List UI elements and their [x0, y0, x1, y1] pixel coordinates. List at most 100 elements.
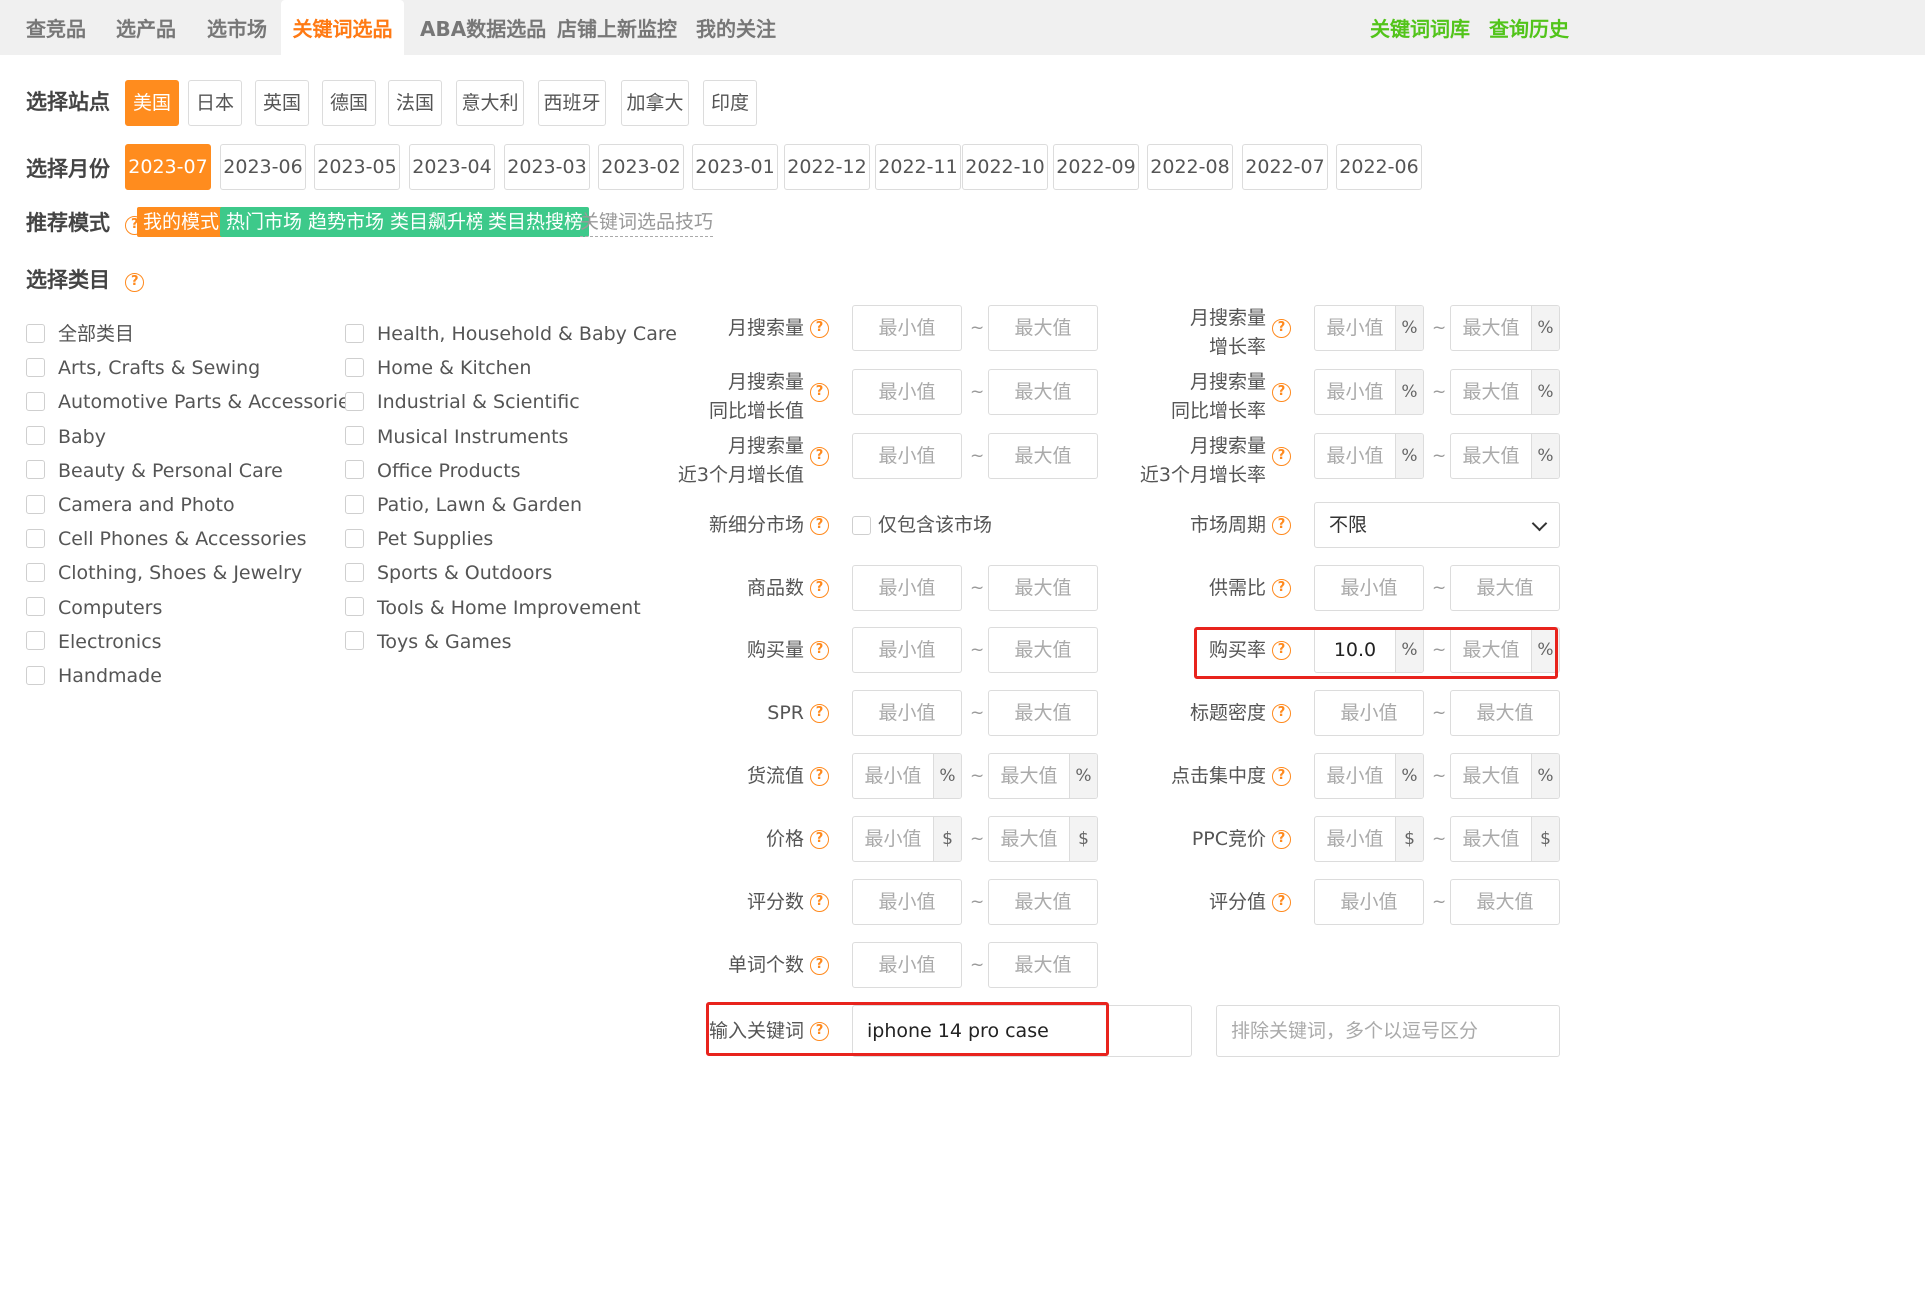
monthly-search-3m-value-min-input[interactable]: 最小值 [852, 433, 962, 479]
category-checkbox[interactable] [26, 357, 45, 377]
help-icon[interactable]: ? [810, 447, 829, 466]
supply-demand-min-input[interactable]: 最小值 [1314, 565, 1424, 611]
help-icon[interactable]: ? [1272, 579, 1291, 598]
category-checkbox[interactable] [26, 323, 45, 343]
help-icon[interactable]: ? [810, 893, 829, 912]
help-icon[interactable]: ? [810, 830, 829, 849]
price-min-input[interactable]: 最小值 $ [852, 816, 962, 862]
help-icon[interactable]: ? [810, 579, 829, 598]
keyword-library-link[interactable]: 关键词词库 [1370, 0, 1470, 55]
monthly-search-growth-rate-min-input[interactable]: 最小值% [1314, 305, 1424, 351]
monthly-search-yoy-value-min-input[interactable]: 最小值 [852, 369, 962, 415]
site-option[interactable]: 意大利 [456, 80, 524, 126]
category-item[interactable]: Pet Supplies [345, 525, 493, 553]
help-icon[interactable]: ? [1272, 704, 1291, 723]
category-item[interactable]: Automotive Parts & Accessories [26, 388, 360, 416]
help-icon[interactable]: ? [1272, 830, 1291, 849]
site-option[interactable]: 日本 [188, 80, 242, 126]
site-option[interactable]: 美国 [125, 80, 179, 126]
category-checkbox[interactable] [26, 528, 45, 548]
help-icon[interactable]: ? [810, 383, 829, 402]
month-option[interactable]: 2022-07 [1242, 144, 1328, 190]
monthly-search-min-input[interactable]: 最小值 [852, 305, 962, 351]
month-option[interactable]: 2023-04 [409, 144, 495, 190]
help-icon[interactable]: ? [810, 319, 829, 338]
title-density-max-input[interactable]: 最大值 [1450, 690, 1560, 736]
site-option[interactable]: 印度 [703, 80, 757, 126]
help-icon[interactable]: ? [810, 641, 829, 660]
goods-flow-min-input[interactable]: 最小值% [852, 753, 962, 799]
category-item[interactable]: Sports & Outdoors [345, 559, 552, 587]
category-item[interactable]: Baby [26, 423, 106, 451]
category-item[interactable]: Home & Kitchen [345, 354, 531, 382]
month-option[interactable]: 2022-09 [1053, 144, 1139, 190]
keyword-tips-link[interactable]: 关键词选品技巧 [580, 207, 714, 237]
help-icon[interactable]: ? [1272, 319, 1291, 338]
category-checkbox[interactable] [345, 562, 364, 582]
month-option[interactable]: 2022-06 [1336, 144, 1422, 190]
category-checkbox[interactable] [26, 631, 45, 651]
site-option[interactable]: 德国 [322, 80, 376, 126]
mode-category-hot-search[interactable]: 类目热搜榜 [482, 207, 590, 237]
category-item[interactable]: Beauty & Personal Care [26, 457, 283, 485]
help-icon[interactable]: ? [810, 956, 829, 975]
monthly-search-yoy-rate-min-input[interactable]: 最小值% [1314, 369, 1424, 415]
goods-flow-max-input[interactable]: 最大值% [988, 753, 1098, 799]
site-option[interactable]: 西班牙 [538, 80, 606, 126]
month-option[interactable]: 2022-10 [962, 144, 1048, 190]
month-option[interactable]: 2023-02 [598, 144, 684, 190]
category-checkbox[interactable] [345, 323, 364, 343]
category-checkbox[interactable] [345, 391, 364, 411]
tab-store-monitor[interactable]: 店铺上新监控 [557, 0, 677, 55]
month-option[interactable]: 2022-08 [1147, 144, 1233, 190]
help-icon[interactable]: ? [1272, 447, 1291, 466]
click-concentration-min-input[interactable]: 最小值% [1314, 753, 1424, 799]
category-item[interactable]: Health, Household & Baby Care [345, 320, 677, 348]
category-checkbox[interactable] [345, 426, 364, 446]
review-count-min-input[interactable]: 最小值 [852, 879, 962, 925]
mode-trend-market[interactable]: 趋势市场 [302, 207, 391, 237]
help-icon[interactable]: ? [1272, 383, 1291, 402]
tab-aba-data[interactable]: ABA数据选品 [420, 0, 546, 55]
category-item[interactable]: Office Products [345, 457, 521, 485]
category-checkbox[interactable] [26, 494, 45, 514]
monthly-search-3m-rate-max-input[interactable]: 最大值% [1450, 433, 1560, 479]
monthly-search-growth-rate-max-input[interactable]: 最大值% [1450, 305, 1560, 351]
category-item[interactable]: 全部类目 [26, 320, 134, 348]
help-icon[interactable]: ? [1272, 893, 1291, 912]
exclude-keyword-input[interactable]: 排除关键词，多个以逗号区分 [1216, 1005, 1560, 1057]
ppc-bid-min-input[interactable]: 最小值 $ [1314, 816, 1424, 862]
category-item[interactable]: Patio, Lawn & Garden [345, 491, 582, 519]
mode-my-mode[interactable]: 我的模式 [137, 207, 226, 237]
mode-hot-market[interactable]: 热门市场 [220, 207, 309, 237]
price-max-input[interactable]: 最大值 $ [988, 816, 1098, 862]
site-option[interactable]: 法国 [388, 80, 442, 126]
purchase-volume-min-input[interactable]: 最小值 [852, 627, 962, 673]
monthly-search-yoy-rate-max-input[interactable]: 最大值% [1450, 369, 1560, 415]
category-checkbox[interactable] [26, 665, 45, 685]
product-count-max-input[interactable]: 最大值 [988, 565, 1098, 611]
site-option[interactable]: 英国 [255, 80, 309, 126]
monthly-search-3m-value-max-input[interactable]: 最大值 [988, 433, 1098, 479]
ppc-bid-max-input[interactable]: 最大值 $ [1450, 816, 1560, 862]
market-cycle-select[interactable]: 不限 [1314, 502, 1560, 548]
new-niche-checkbox-label[interactable]: 仅包含该市场 [878, 511, 992, 540]
category-checkbox[interactable] [26, 597, 45, 617]
product-count-min-input[interactable]: 最小值 [852, 565, 962, 611]
category-checkbox[interactable] [345, 357, 364, 377]
category-item[interactable]: Computers [26, 594, 162, 622]
category-checkbox[interactable] [26, 460, 45, 480]
category-checkbox[interactable] [345, 494, 364, 514]
category-item[interactable]: Cell Phones & Accessories [26, 525, 307, 553]
category-item[interactable]: Camera and Photo [26, 491, 235, 519]
rating-min-input[interactable]: 最小值 [1314, 879, 1424, 925]
category-checkbox[interactable] [345, 631, 364, 651]
tab-product[interactable]: 选产品 [116, 0, 176, 55]
word-count-max-input[interactable]: 最大值 [988, 942, 1098, 988]
help-icon[interactable]: ? [1272, 516, 1291, 535]
new-niche-checkbox[interactable] [852, 516, 871, 535]
month-option[interactable]: 2023-07 [125, 144, 211, 190]
category-checkbox[interactable] [345, 528, 364, 548]
spr-max-input[interactable]: 最大值 [988, 690, 1098, 736]
help-icon[interactable]: ? [1272, 767, 1291, 786]
